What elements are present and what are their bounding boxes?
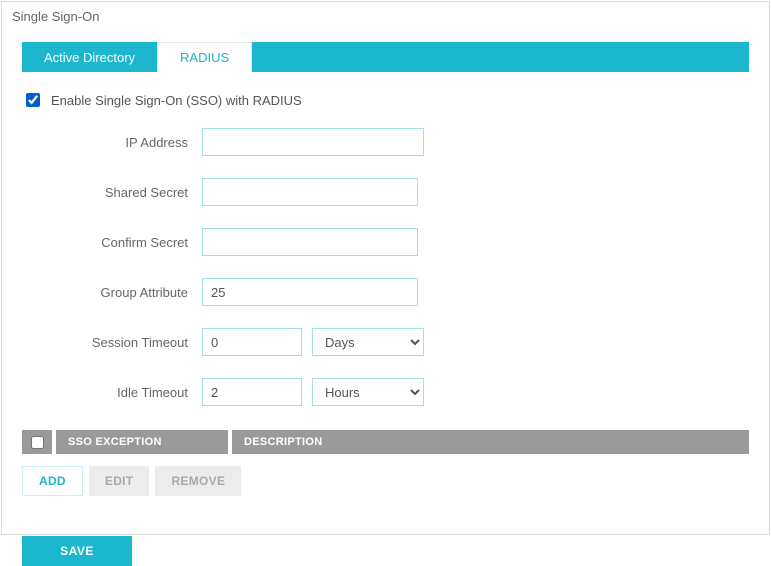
select-all-checkbox[interactable] — [31, 436, 44, 449]
row-confirm-secret: Confirm Secret — [22, 222, 749, 272]
row-ip: IP Address — [22, 122, 749, 172]
label-group-attribute: Group Attribute — [22, 285, 202, 300]
label-ip: IP Address — [22, 135, 202, 150]
tab-bar: Active Directory RADIUS — [22, 42, 749, 72]
enable-row: Enable Single Sign-On (SSO) with RADIUS — [22, 90, 749, 110]
label-idle-timeout: Idle Timeout — [22, 385, 202, 400]
input-ip[interactable] — [202, 128, 424, 156]
input-confirm-secret[interactable] — [202, 228, 418, 256]
input-group-attribute[interactable] — [202, 278, 418, 306]
row-group-attribute: Group Attribute — [22, 272, 749, 322]
row-idle-timeout: Idle Timeout Hours — [22, 372, 749, 422]
edit-button[interactable]: EDIT — [89, 466, 150, 496]
enable-sso-label: Enable Single Sign-On (SSO) with RADIUS — [51, 93, 302, 108]
input-shared-secret[interactable] — [202, 178, 418, 206]
tab-radius[interactable]: RADIUS — [157, 42, 252, 72]
remove-button[interactable]: REMOVE — [155, 466, 241, 496]
label-shared-secret: Shared Secret — [22, 185, 202, 200]
exception-buttons: ADD EDIT REMOVE — [22, 466, 749, 496]
input-idle-timeout[interactable] — [202, 378, 302, 406]
exception-table-header: SSO EXCEPTION DESCRIPTION — [22, 430, 749, 454]
sso-panel: Single Sign-On Active Directory RADIUS E… — [1, 1, 770, 535]
label-confirm-secret: Confirm Secret — [22, 235, 202, 250]
row-session-timeout: Session Timeout Days — [22, 322, 749, 372]
enable-sso-checkbox[interactable] — [26, 93, 40, 107]
col-sso-exception: SSO EXCEPTION — [56, 430, 228, 454]
col-description: DESCRIPTION — [232, 430, 749, 454]
header-checkbox-cell — [22, 430, 52, 454]
save-button[interactable]: SAVE — [22, 536, 132, 566]
radius-content: Enable Single Sign-On (SSO) with RADIUS … — [2, 72, 769, 566]
select-idle-unit[interactable]: Hours — [312, 378, 424, 406]
add-button[interactable]: ADD — [22, 466, 83, 496]
label-session-timeout: Session Timeout — [22, 335, 202, 350]
input-session-timeout[interactable] — [202, 328, 302, 356]
row-shared-secret: Shared Secret — [22, 172, 749, 222]
tab-active-directory[interactable]: Active Directory — [22, 42, 157, 72]
select-session-unit[interactable]: Days — [312, 328, 424, 356]
panel-title: Single Sign-On — [2, 2, 769, 24]
